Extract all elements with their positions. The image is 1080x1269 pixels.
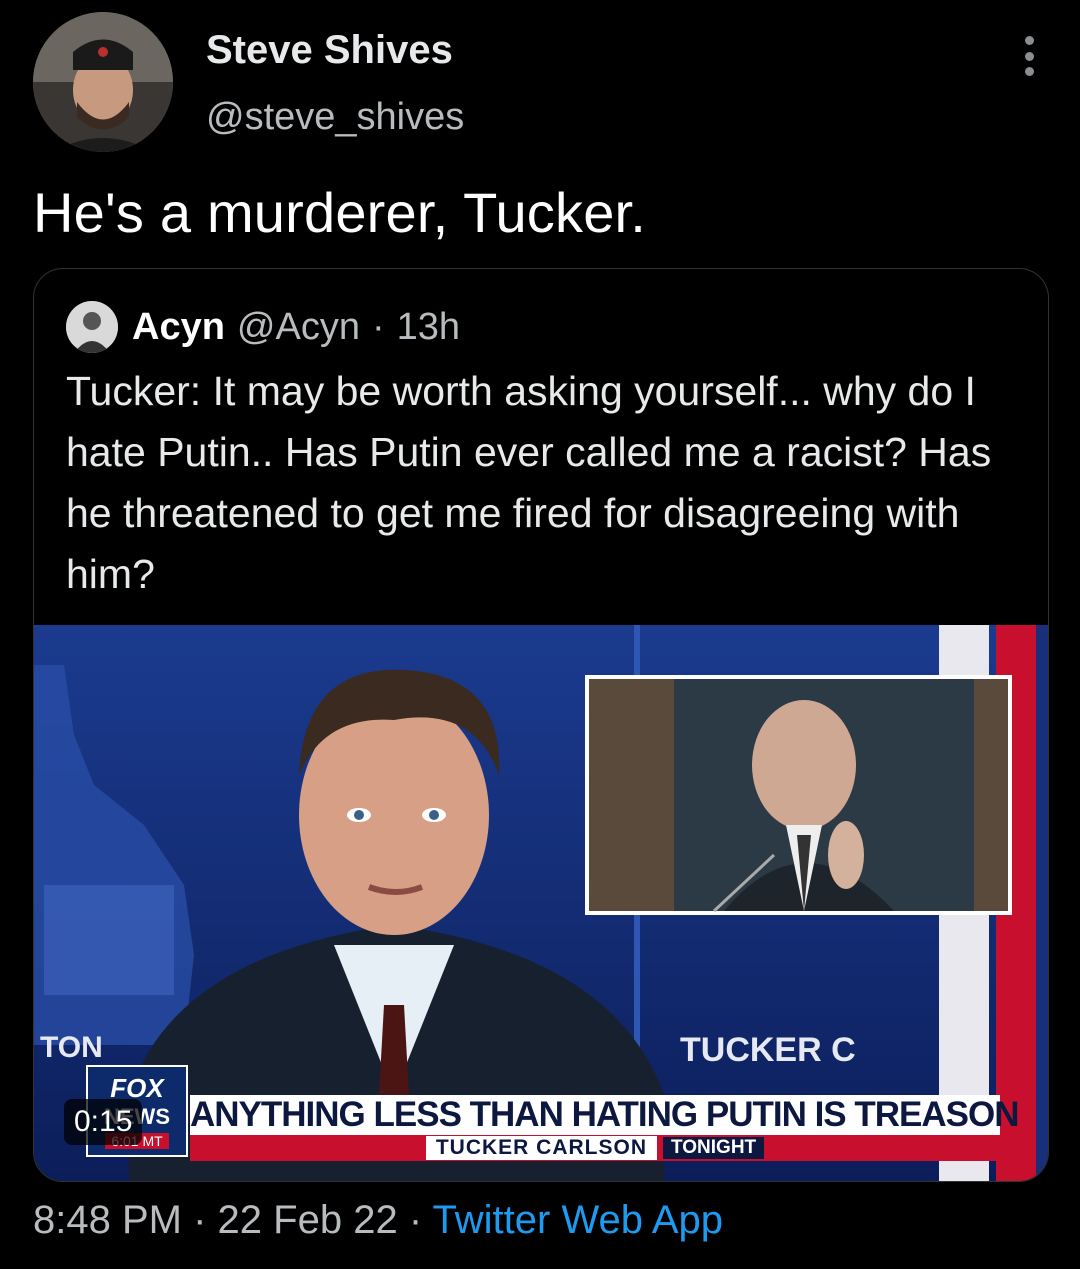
- timestamp-separator-2: ·: [408, 1198, 423, 1242]
- tweet-text: He's a murderer, Tucker.: [33, 181, 647, 244]
- quoted-author-handle[interactable]: @Acyn: [237, 306, 360, 349]
- tweet-source-link[interactable]: Twitter Web App: [433, 1198, 724, 1242]
- quoted-tweet-card[interactable]: Acyn @Acyn · 13h Tucker: It may be worth…: [33, 268, 1049, 1182]
- more-vertical-icon[interactable]: [1022, 36, 1036, 76]
- more-dot: [1024, 67, 1034, 76]
- quoted-tweet-header: Acyn @Acyn · 13h: [66, 297, 460, 357]
- screen-label-left: TON: [40, 1031, 103, 1064]
- timestamp-date[interactable]: 22 Feb 22: [218, 1198, 398, 1242]
- timestamp-separator: ·: [193, 1198, 207, 1242]
- more-dot: [1024, 51, 1034, 61]
- chyron-subbar: TUCKER CARLSON TONIGHT: [190, 1135, 1000, 1161]
- quoted-author-avatar-image: [66, 301, 118, 353]
- author-display-name[interactable]: Steve Shives: [206, 28, 453, 73]
- video-duration-badge: 0:15: [64, 1099, 143, 1145]
- timestamp-time[interactable]: 8:48 PM: [33, 1198, 182, 1242]
- lower-third: ANYTHING LESS THAN HATING PUTIN IS TREAS…: [190, 1095, 1020, 1161]
- quoted-tweet-text: Tucker: It may be worth asking yourself.…: [66, 368, 992, 597]
- quoted-author-avatar[interactable]: [66, 301, 118, 353]
- quoted-time[interactable]: 13h: [397, 306, 460, 349]
- quoted-author-name[interactable]: Acyn: [132, 306, 225, 349]
- author-avatar[interactable]: [33, 12, 173, 152]
- quoted-separator: ·: [371, 305, 385, 348]
- show-name: TUCKER CARLSON: [425, 1136, 657, 1160]
- show-tag: TONIGHT: [663, 1137, 765, 1159]
- chyron-headline: ANYTHING LESS THAN HATING PUTIN IS TREAS…: [190, 1095, 1020, 1135]
- video-player[interactable]: TUCKER C TON FOX NEWS 6:01 MT ANYTHING L…: [34, 625, 1048, 1181]
- screen-label-right: TUCKER C: [680, 1031, 856, 1069]
- tweet-timestamp: 8:48 PM · 22 Feb 22 · Twitter Web App: [33, 1198, 723, 1243]
- author-handle[interactable]: @steve_shives: [206, 96, 464, 139]
- author-avatar-image: [33, 12, 173, 152]
- more-dot: [1024, 36, 1034, 45]
